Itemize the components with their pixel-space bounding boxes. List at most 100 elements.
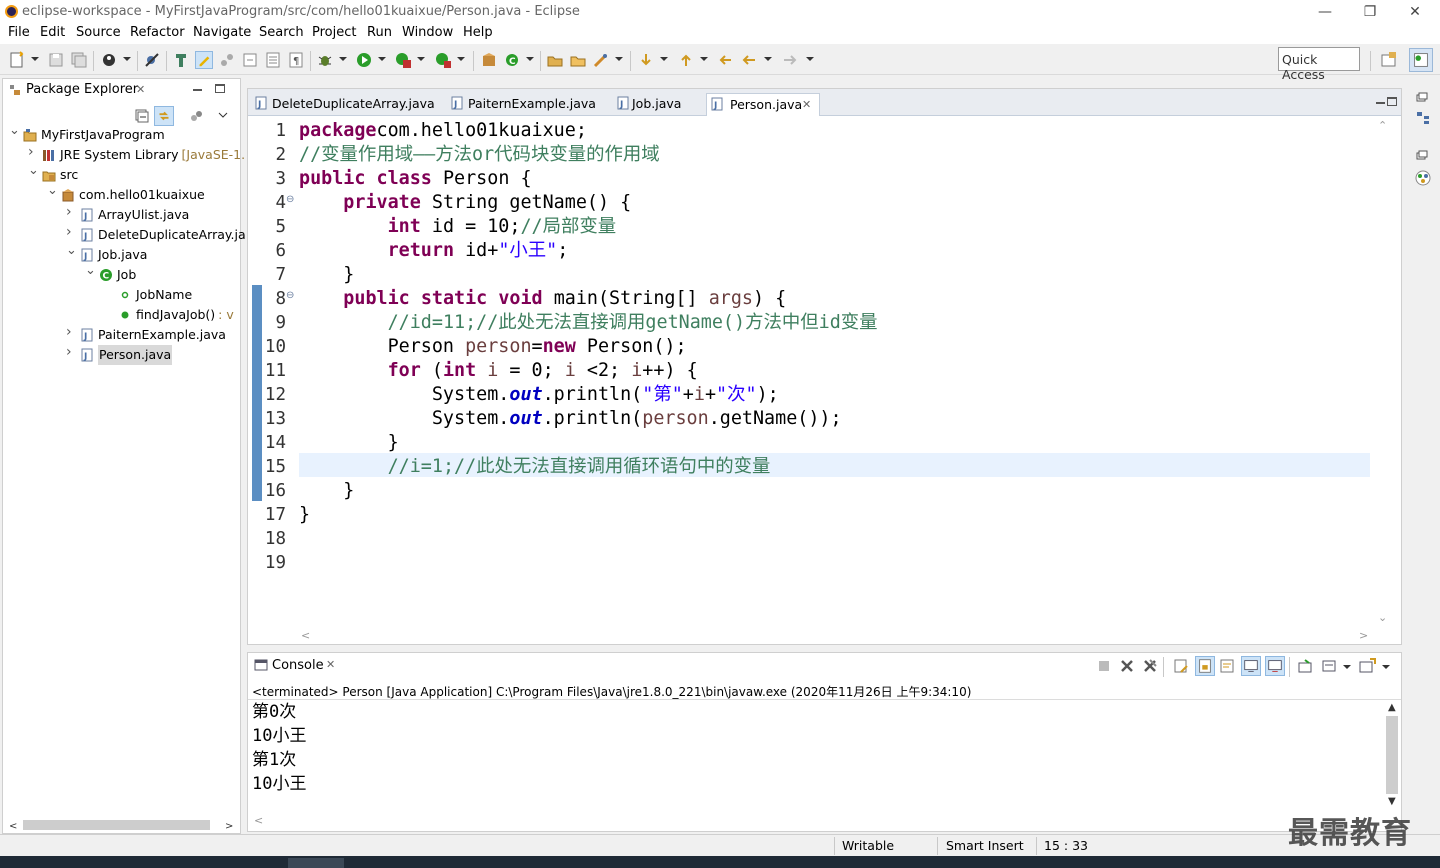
tab-paitern-example[interactable]: J PaiternExample.java bbox=[448, 93, 596, 116]
tree-item[interactable]: › J PaiternExample.java bbox=[3, 325, 240, 345]
show-whitespace-icon[interactable] bbox=[241, 51, 259, 69]
new-java-class-icon[interactable]: C bbox=[503, 51, 521, 69]
editor-vscrollbar[interactable]: ⌃ ⌄ bbox=[1374, 117, 1390, 627]
terminate-icon[interactable] bbox=[1098, 660, 1110, 672]
tree-item[interactable]: › J DeleteDuplicateArray.ja bbox=[3, 225, 246, 245]
collapsed-twisty-icon[interactable]: › bbox=[28, 145, 38, 159]
tree-item[interactable]: ⌄ C Job bbox=[3, 264, 240, 285]
tree-item[interactable]: › JRE System Library [JavaSE-1. bbox=[3, 145, 245, 165]
open-resource-icon[interactable] bbox=[569, 51, 587, 69]
collapsed-twisty-icon[interactable]: › bbox=[66, 205, 76, 219]
link-with-editor-icon[interactable] bbox=[154, 106, 174, 126]
collapsed-twisty-icon[interactable]: › bbox=[66, 325, 76, 339]
run-icon[interactable] bbox=[355, 51, 373, 69]
save-icon[interactable] bbox=[47, 51, 65, 69]
back-icon[interactable] bbox=[740, 51, 758, 69]
new-java-package-icon[interactable] bbox=[480, 51, 498, 69]
remove-all-terminated-icon[interactable] bbox=[1142, 658, 1158, 674]
focus-on-active-task-icon[interactable] bbox=[189, 109, 203, 123]
minimize-view-icon[interactable] bbox=[193, 89, 202, 91]
menu-window[interactable]: Window bbox=[402, 25, 453, 40]
editor-maximize-icon[interactable] bbox=[1387, 97, 1397, 106]
open-task-icon[interactable] bbox=[546, 51, 564, 69]
show-console-on-stderr-icon[interactable] bbox=[1265, 656, 1285, 676]
previous-annotation-dropdown-icon[interactable] bbox=[700, 57, 708, 61]
profile-dropdown-icon[interactable] bbox=[123, 57, 131, 61]
editor-minimize-icon[interactable] bbox=[1376, 102, 1385, 104]
menu-help[interactable]: Help bbox=[463, 25, 493, 40]
mark-occurrences-icon[interactable] bbox=[195, 51, 213, 69]
tree-item[interactable]: findJavaJob(): v bbox=[3, 305, 240, 325]
expanded-twisty-icon[interactable]: ⌄ bbox=[85, 264, 96, 277]
skip-breakpoints-icon[interactable] bbox=[143, 51, 161, 69]
expanded-twisty-icon[interactable]: ⌄ bbox=[47, 184, 58, 197]
tab-person[interactable]: J Person.java ✕ bbox=[706, 93, 820, 116]
previous-annotation-icon[interactable] bbox=[677, 51, 695, 69]
clear-console-icon[interactable] bbox=[1173, 658, 1189, 674]
coverage-dropdown-icon[interactable] bbox=[417, 57, 425, 61]
tree-item[interactable]: › J Person.java bbox=[3, 345, 240, 365]
console-vscrollbar[interactable]: ▲ ▼ bbox=[1384, 700, 1400, 812]
debug-dropdown-icon[interactable] bbox=[339, 57, 347, 61]
new-dropdown-icon[interactable] bbox=[31, 57, 39, 61]
search-dropdown-icon[interactable] bbox=[615, 57, 623, 61]
tree-item[interactable]: ⌄ com.hello01kuaixue bbox=[3, 184, 240, 205]
pin-console-icon[interactable] bbox=[1297, 658, 1313, 674]
toggle-word-wrap-icon[interactable] bbox=[264, 51, 282, 69]
console-hscrollbar[interactable]: < bbox=[248, 813, 1384, 829]
external-tools-dropdown-icon[interactable] bbox=[457, 57, 465, 61]
view-menu-icon[interactable] bbox=[218, 112, 228, 118]
menu-navigate[interactable]: Navigate bbox=[193, 25, 251, 40]
new-icon[interactable] bbox=[8, 51, 26, 69]
console-title[interactable]: Console bbox=[272, 658, 324, 673]
save-all-icon[interactable] bbox=[70, 51, 88, 69]
debug-profile-icon[interactable] bbox=[100, 51, 118, 69]
close-button[interactable]: ✕ bbox=[1400, 2, 1430, 22]
fold-toggle-icon[interactable]: ⊖ bbox=[286, 290, 294, 301]
fold-toggle-icon[interactable]: ⊖ bbox=[286, 194, 294, 205]
menu-refactor[interactable]: Refactor bbox=[130, 25, 185, 40]
restore-view-icon[interactable] bbox=[1416, 150, 1428, 160]
tree-item[interactable]: ⌄ src bbox=[3, 164, 240, 185]
minimize-button[interactable]: — bbox=[1310, 2, 1340, 22]
external-tools-icon[interactable] bbox=[434, 51, 452, 69]
menu-file[interactable]: File bbox=[8, 25, 30, 40]
expanded-twisty-icon[interactable]: ⌄ bbox=[28, 164, 39, 177]
collapsed-twisty-icon[interactable]: › bbox=[66, 225, 76, 239]
package-explorer-title[interactable]: Package Explorer bbox=[26, 82, 138, 97]
console-close-icon[interactable]: ✕ bbox=[326, 658, 335, 671]
quick-access-field[interactable]: Quick Access bbox=[1278, 47, 1360, 82]
code-area[interactable]: 1 2 3 4 ⊖ 5 6 7 8 ⊖ 9 10 11 12 13 14 15 16 17 18 19 packagec… bbox=[248, 117, 1401, 644]
menu-search[interactable]: Search bbox=[259, 25, 304, 40]
remove-launch-icon[interactable] bbox=[1120, 659, 1134, 673]
toggle-block-icon[interactable] bbox=[218, 51, 236, 69]
tree-item[interactable]: ⌄ MyFirstJavaProgram bbox=[3, 124, 240, 145]
console-output[interactable]: 第0次 10小王 第1次 10小王 bbox=[248, 700, 1378, 812]
new-class-dropdown-icon[interactable] bbox=[526, 57, 534, 61]
menu-source[interactable]: Source bbox=[76, 25, 121, 40]
maximize-view-icon[interactable] bbox=[215, 84, 225, 93]
tree-item[interactable]: › J ArrayUlist.java bbox=[3, 205, 240, 225]
next-annotation-dropdown-icon[interactable] bbox=[660, 57, 668, 61]
open-console-icon[interactable] bbox=[1358, 658, 1376, 674]
show-console-on-stdout-icon[interactable] bbox=[1241, 656, 1261, 676]
tree-item[interactable]: ⌄ J Job.java bbox=[3, 244, 240, 265]
display-console-dropdown-icon[interactable] bbox=[1343, 665, 1351, 669]
java-perspective-icon[interactable] bbox=[1409, 48, 1433, 72]
menu-edit[interactable]: Edit bbox=[40, 25, 65, 40]
restore-button[interactable]: ❐ bbox=[1355, 2, 1385, 22]
open-perspective-icon[interactable] bbox=[1380, 51, 1398, 69]
scroll-lock-icon[interactable] bbox=[1195, 656, 1215, 676]
coverage-icon[interactable] bbox=[394, 51, 412, 69]
tab-close-icon[interactable]: ✕ bbox=[802, 95, 811, 115]
open-console-dropdown-icon[interactable] bbox=[1382, 665, 1390, 669]
outline-icon[interactable] bbox=[1415, 110, 1431, 126]
tab-delete-duplicate-array[interactable]: J DeleteDuplicateArray.java bbox=[252, 93, 442, 116]
run-dropdown-icon[interactable] bbox=[378, 57, 386, 61]
display-selected-console-icon[interactable] bbox=[1321, 658, 1337, 674]
tree-item[interactable]: JobName bbox=[3, 285, 240, 305]
show-paragraph-icon[interactable]: ¶ bbox=[287, 51, 305, 69]
open-type-icon[interactable] bbox=[172, 51, 190, 69]
last-edit-location-icon[interactable] bbox=[717, 51, 735, 69]
expanded-twisty-icon[interactable]: ⌄ bbox=[9, 124, 20, 137]
